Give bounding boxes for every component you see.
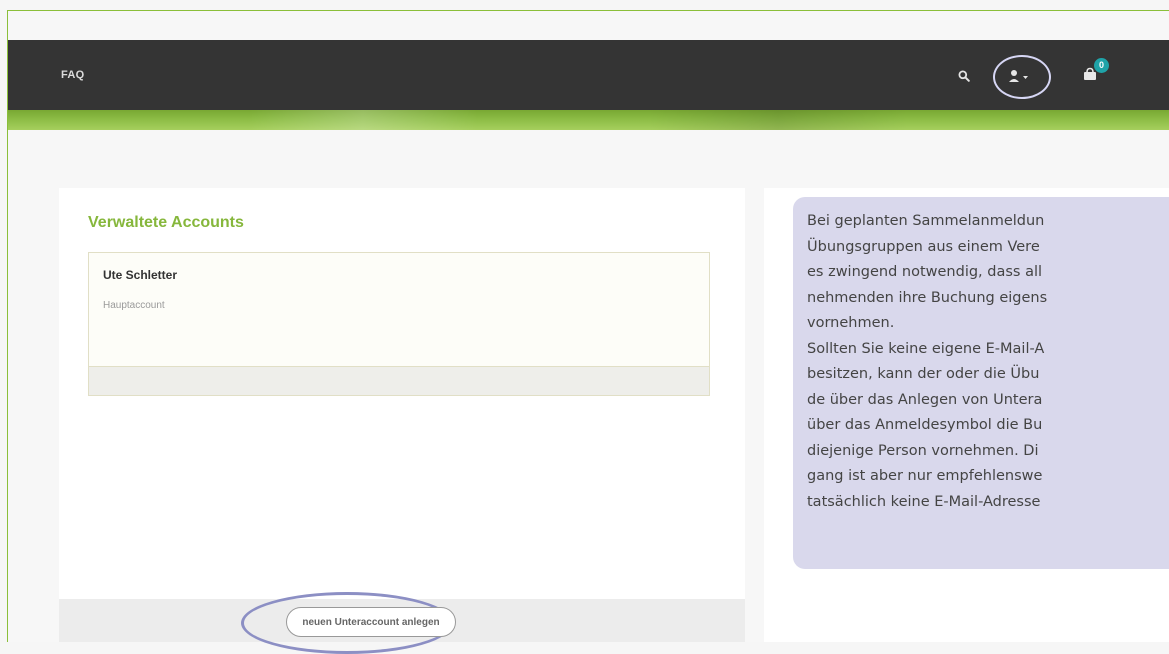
info-line: tatsächlich keine E-Mail-Adresse — [807, 493, 1041, 510]
new-subaccount-button[interactable]: neuen Unteraccount anlegen — [286, 607, 456, 637]
info-line: vornehmen. — [807, 315, 895, 331]
cart-count-badge: 0 — [1094, 58, 1109, 73]
user-icon[interactable] — [1007, 67, 1031, 87]
account-name: Ute Schletter — [103, 268, 178, 282]
managed-accounts-panel: Verwaltete Accounts Ute Schletter Haupta… — [59, 188, 745, 599]
top-navigation-bar: FAQ 0 — [8, 40, 1169, 110]
chevron-down-icon — [1023, 76, 1028, 79]
info-line: Übungsgruppen aus einem Vere — [807, 238, 1040, 255]
faq-link[interactable]: FAQ — [61, 69, 85, 81]
info-line: de über das Anlegen von Untera — [807, 391, 1043, 408]
header-decorative-band — [8, 110, 1169, 130]
account-role: Hauptaccount — [103, 300, 165, 311]
account-card-footer — [89, 366, 709, 395]
info-line: diejenige Person vornehmen. Di — [807, 442, 1039, 459]
info-line: besitzen, kann der oder die Übu — [807, 366, 1040, 382]
user-menu-highlight — [993, 55, 1051, 99]
info-line: Sollten Sie keine eigene E-Mail-A — [807, 340, 1045, 357]
info-line: über das Anmeldesymbol die Bu — [807, 417, 1043, 433]
info-line: nehmenden ihre Buchung eigens — [807, 289, 1048, 306]
managed-accounts-title: Verwaltete Accounts — [88, 214, 244, 231]
account-card[interactable]: Ute Schletter Hauptaccount — [88, 252, 710, 396]
search-icon[interactable] — [958, 70, 970, 82]
info-line: Bei geplanten Sammelanmeldun — [807, 213, 1045, 229]
info-line: gang ist aber nur empfehlenswe — [807, 468, 1043, 484]
info-line: es zwingend notwendig, dass all — [807, 264, 1043, 280]
info-callout: Bei geplanten Sammelanmeldun Übungsgrupp… — [793, 197, 1169, 569]
